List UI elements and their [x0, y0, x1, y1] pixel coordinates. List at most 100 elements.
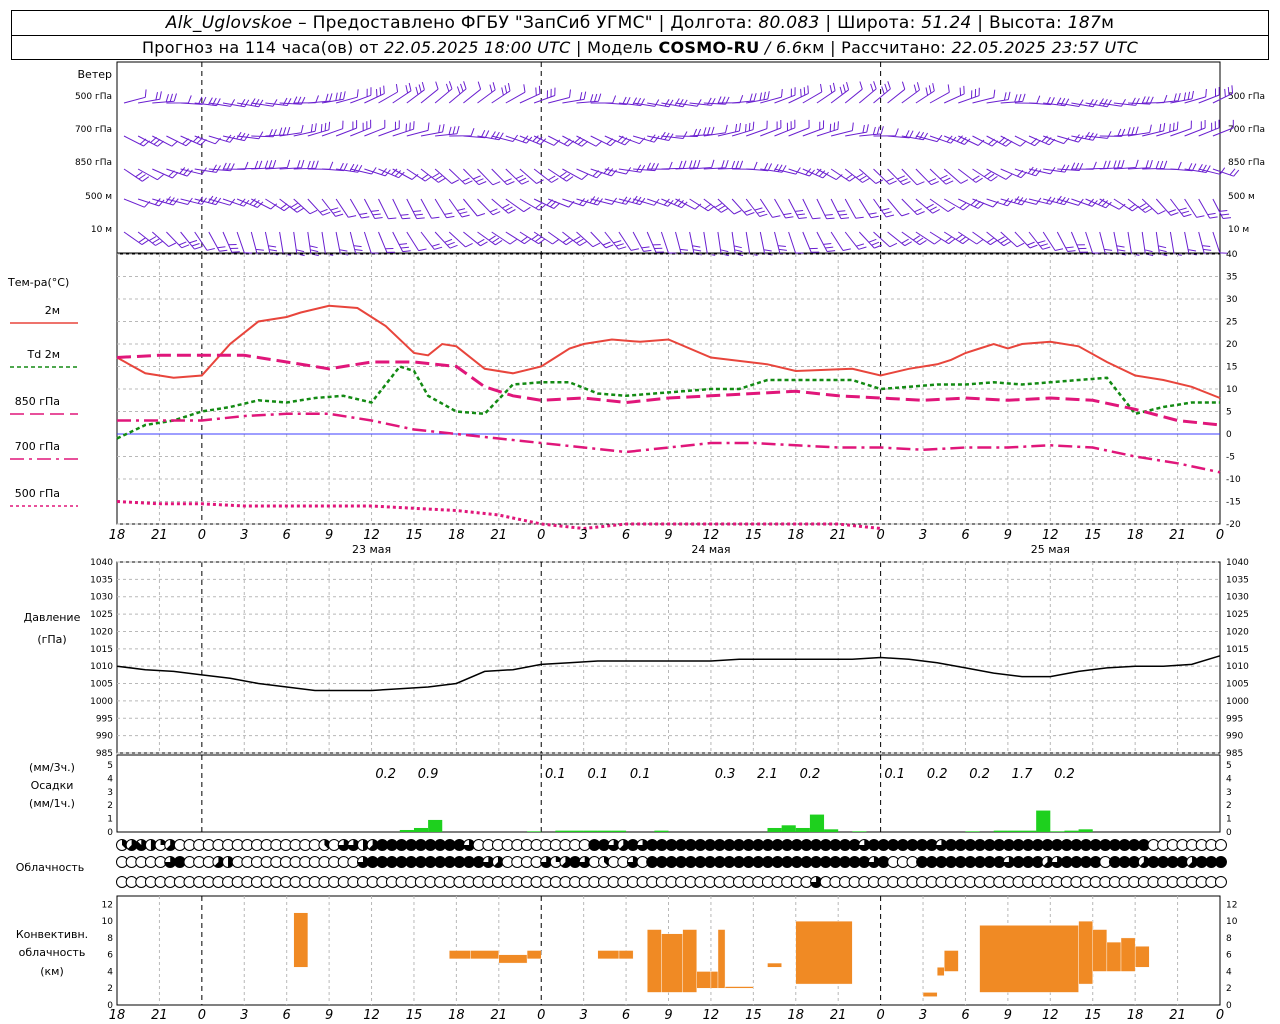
wind-level-right: 500 м: [1228, 192, 1255, 202]
pressure-tick-left: 990: [96, 732, 113, 742]
wind-barb: [1043, 135, 1070, 145]
wind-barb: [378, 84, 399, 104]
wind-barb: [858, 231, 882, 249]
xaxis-mid-hour-label: 18: [787, 528, 804, 543]
precip-tick-left: 0: [107, 828, 113, 838]
precip-3h-total: 0.1: [884, 767, 905, 782]
wind-barb: [844, 231, 867, 250]
wind-barb: [463, 168, 487, 186]
wind-barb: [279, 231, 292, 256]
wind-barb: [746, 162, 773, 172]
precip-bar: [597, 830, 612, 832]
wind-barb: [844, 81, 863, 104]
wind-level-left: 850 гПа: [75, 158, 112, 168]
wind-barb: [505, 231, 532, 245]
wind-barb: [491, 198, 516, 214]
precip-title: Осадки: [31, 779, 74, 792]
wind-barb: [151, 231, 177, 248]
xaxis-bot-hour-label: 21: [491, 1008, 508, 1023]
conv-tick-left: 10: [102, 917, 114, 927]
wind-barb: [562, 198, 589, 207]
wind-barb: [929, 168, 954, 185]
conv-cloud-bar: [936, 967, 945, 976]
xaxis-mid-hour-label: 12: [1042, 528, 1059, 543]
precip-bar: [1078, 829, 1093, 832]
conv-cloud-bar: [661, 933, 683, 993]
wind-barb: [958, 231, 984, 245]
precip-3h-total: 1.7: [1012, 767, 1033, 782]
wind-barb: [1184, 231, 1197, 256]
temp-tick-right: 40: [1226, 250, 1238, 260]
xaxis-bot-hour-label: 18: [787, 1008, 804, 1023]
precip-3h-total: 0.2: [375, 767, 396, 782]
precip-tick-right: 4: [1226, 774, 1232, 784]
temp-legend-label: 2м: [45, 304, 60, 317]
precip-tick-left: 1: [107, 815, 113, 825]
x-axis-bottom: 18 21 0 3 6 9 12 15 18 21 0 3 6 9 12 15 18 21 0 3 6 9 12 15 18 21…: [109, 1008, 1224, 1023]
wind-barb: [448, 81, 467, 104]
precip-bar: [1036, 810, 1051, 832]
temp-tick-right: 5: [1226, 408, 1232, 418]
wind-barb: [491, 231, 517, 245]
wind-barb: [194, 164, 221, 173]
wind-barb: [887, 231, 912, 247]
wind-barb: [774, 87, 796, 104]
wind-barb: [1169, 231, 1182, 256]
wind-barb: [477, 198, 501, 216]
xaxis-mid-hour-label: 9: [1004, 528, 1012, 543]
wind-barb: [986, 197, 1013, 207]
wind-barb: [222, 131, 250, 142]
wind-barb: [915, 198, 940, 214]
xaxis-bot-hour-label: 6: [961, 1008, 969, 1023]
wind-level-left: 500 м: [85, 192, 112, 202]
precip-bar: [583, 830, 598, 832]
temperature-panel: 40 35 30 25 20 15 10 5 0 -5 -10 -15 -20 Тем-ра(°C) 2м T…: [7, 250, 1241, 531]
xaxis-bot-hour-label: 3: [919, 1008, 927, 1023]
pressure-panel: 1040 1040 1035 1035 1030 1030 1025 1025 1020 1020…: [24, 558, 1250, 759]
wind-barb: [958, 198, 985, 209]
conv-cloud-bar: [498, 954, 528, 964]
precip-tick-right: 2: [1226, 801, 1232, 811]
conv-cloud-bar: [944, 950, 959, 972]
temp-tick-right: 15: [1226, 363, 1237, 373]
wind-level-right: 500 гПа: [1228, 92, 1265, 102]
xaxis-mid-hour-label: 0: [1216, 528, 1224, 543]
wind-level-left: 10 м: [91, 225, 112, 235]
xaxis-bot-hour-label: 3: [580, 1008, 588, 1023]
pressure-tick-right: 1005: [1226, 680, 1249, 690]
wind-barb: [1085, 231, 1101, 254]
wind-barb: [335, 120, 358, 137]
wind-barb: [1127, 231, 1140, 256]
wind-barb: [943, 168, 969, 184]
cloud-title: Облачность: [16, 861, 85, 874]
pressure-unit: (гПа): [37, 633, 66, 646]
pressure-tick-left: 1005: [90, 680, 113, 690]
wind-barb: [972, 168, 998, 182]
temp-tick-right: -15: [1226, 498, 1241, 508]
wind-barb: [788, 231, 804, 254]
conv-cloud-bar: [647, 929, 662, 993]
wind-barb: [901, 231, 927, 246]
pressure-tick-left: 1035: [90, 575, 113, 585]
pressure-tick-right: 985: [1226, 749, 1243, 759]
conv-title-2: облачность: [19, 946, 86, 959]
wind-barb: [943, 85, 965, 104]
wind-barb: [986, 91, 1011, 104]
xaxis-bot-hour-label: 18: [448, 1008, 465, 1023]
wind-barb: [873, 81, 891, 104]
wind-barb: [943, 198, 970, 211]
temp-tick-right: 25: [1226, 318, 1237, 328]
wind-barb: [1113, 231, 1127, 256]
temp-tick-right: 35: [1226, 273, 1237, 283]
temp-legend-label: 500 гПа: [15, 487, 60, 500]
wind-barb: [434, 168, 460, 184]
xaxis-mid-hour-label: 9: [664, 528, 672, 543]
wind-barb: [731, 231, 744, 257]
wind-barb: [1000, 135, 1027, 147]
pressure-tick-left: 995: [96, 714, 113, 724]
wind-barb: [562, 91, 587, 104]
xaxis-mid-hour-label: 18: [1127, 528, 1144, 543]
precip-3h-total: 0.2: [800, 767, 821, 782]
wind-barb: [533, 135, 561, 146]
wind-barb: [887, 130, 914, 139]
